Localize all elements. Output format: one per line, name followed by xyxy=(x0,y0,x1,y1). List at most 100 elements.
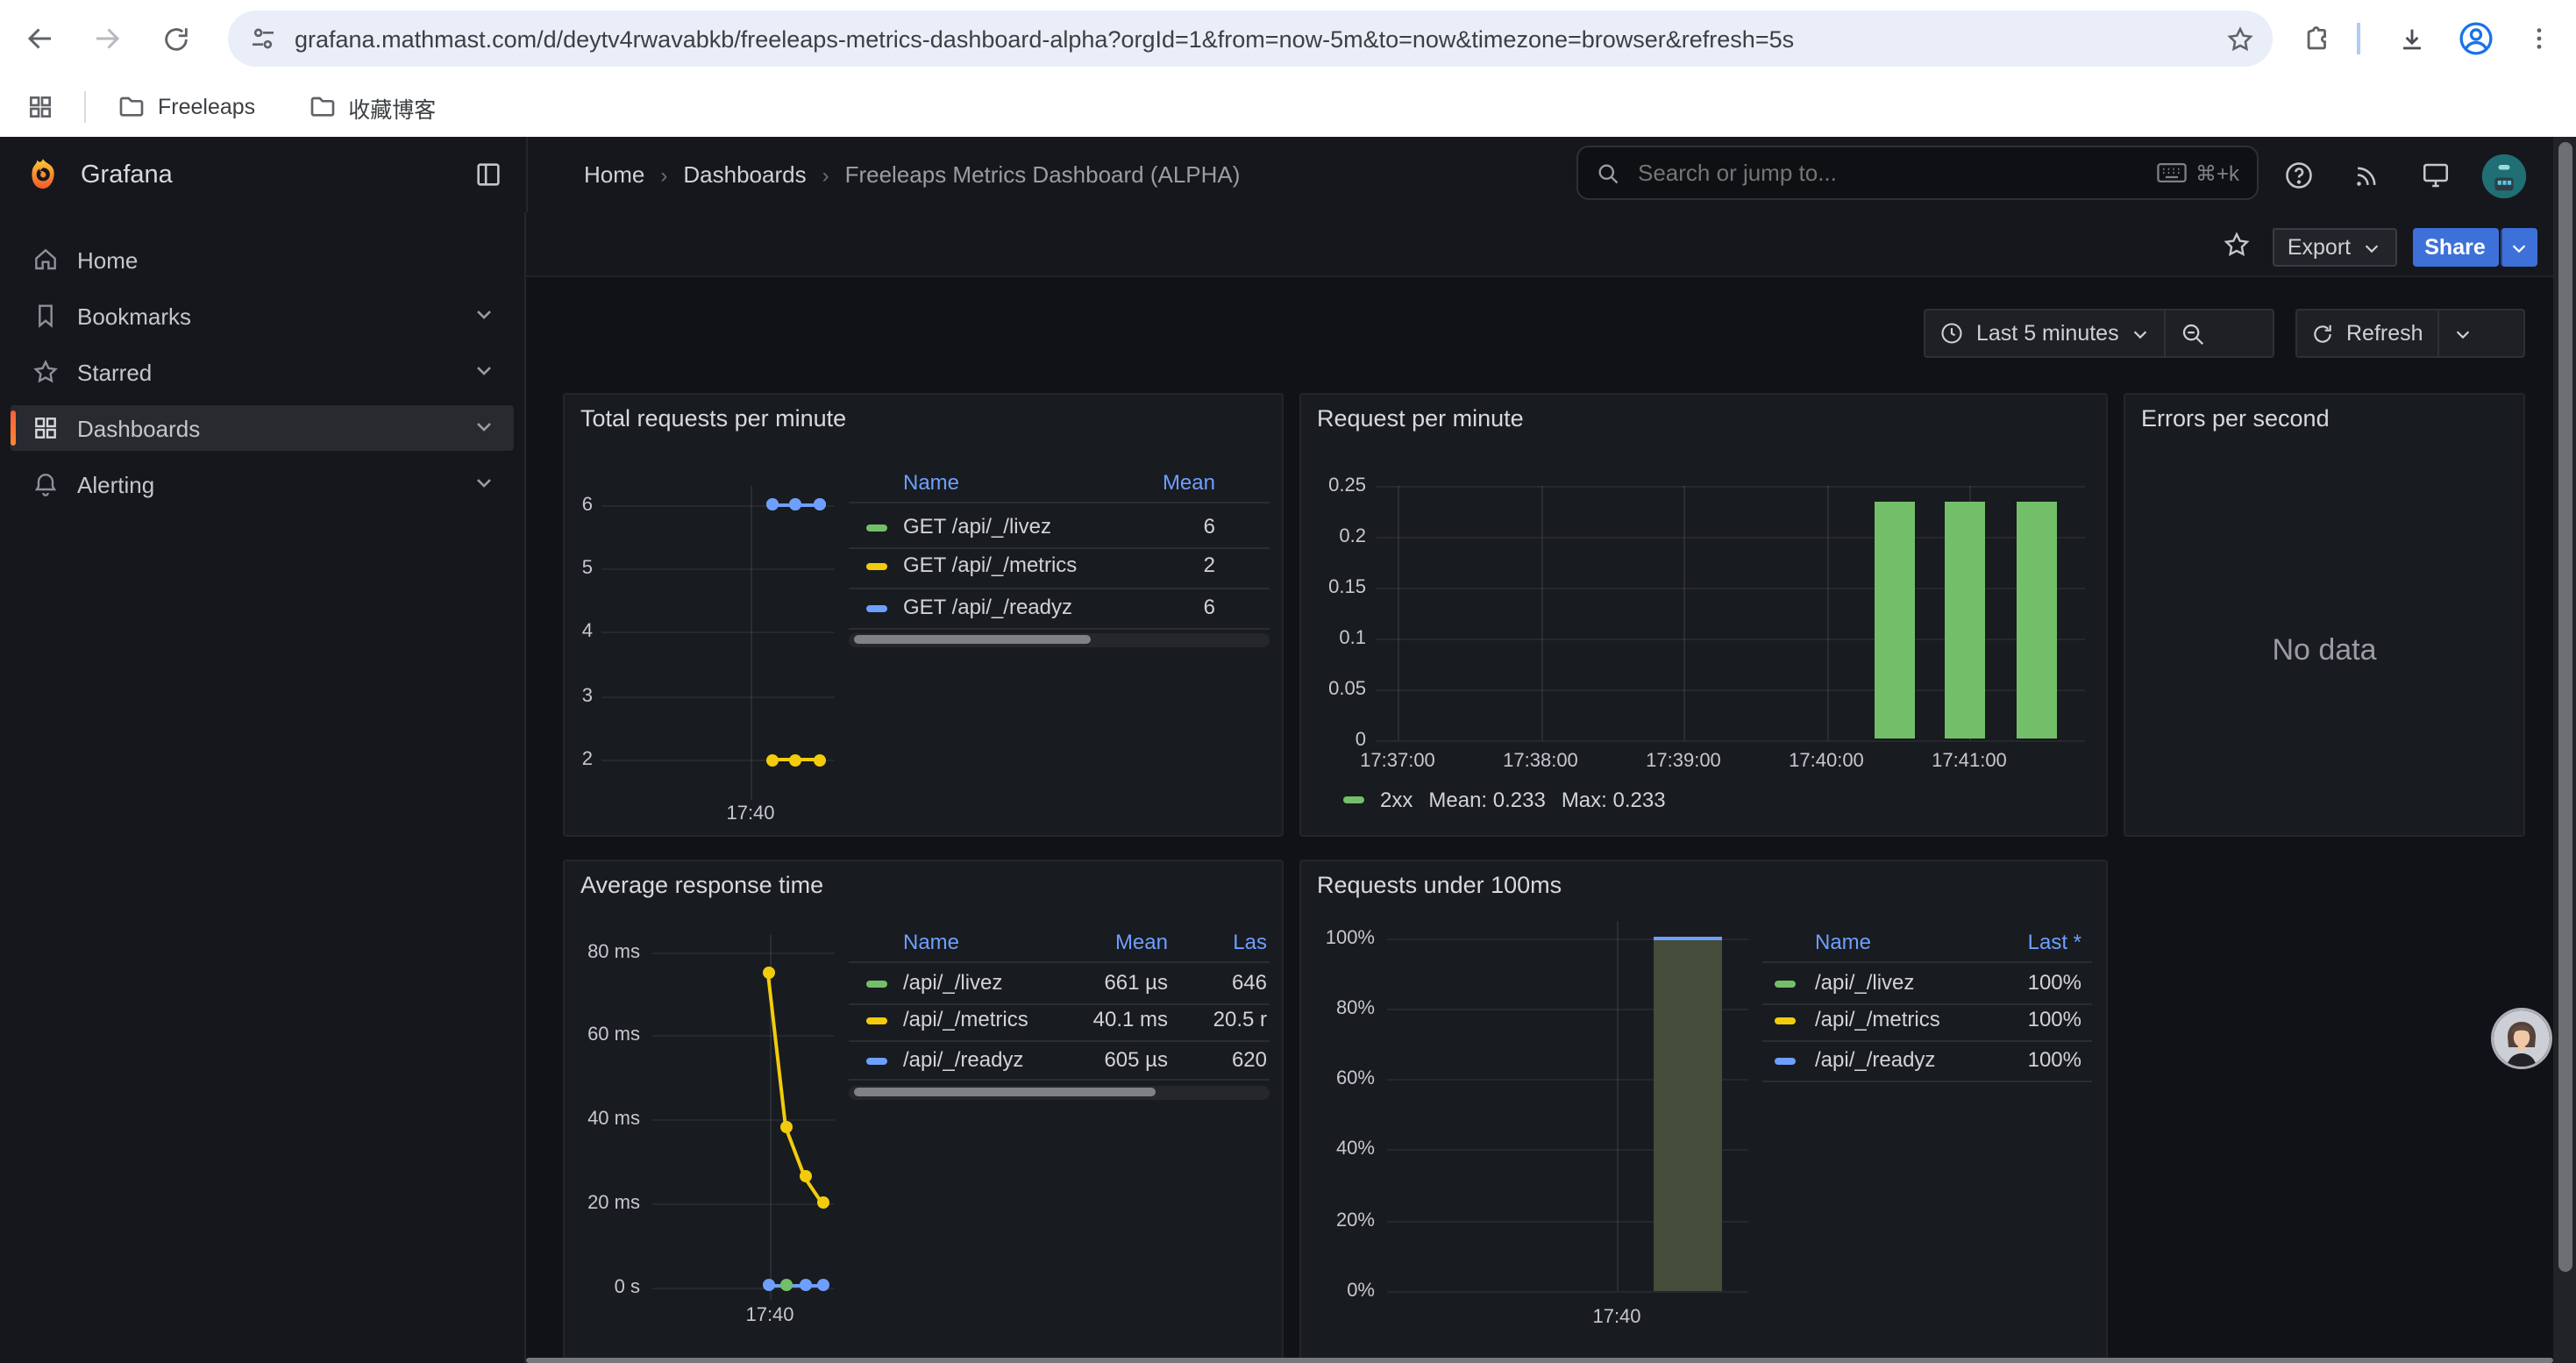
help-icon[interactable] xyxy=(2276,153,2322,198)
legend-series-name[interactable]: /api/_/metrics xyxy=(903,1007,1028,1031)
legend-series-name[interactable]: /api/_/readyz xyxy=(1815,1046,1935,1071)
panel-title[interactable]: Total requests per minute xyxy=(580,404,846,431)
chevron-down-icon xyxy=(2453,324,2473,343)
legend-header-name[interactable]: Name xyxy=(903,929,959,953)
panel-errors-per-second: Errors per second No data xyxy=(2124,392,2525,836)
bar-under-100ms xyxy=(1654,938,1722,1291)
legend-scrollbar[interactable] xyxy=(849,1085,1270,1099)
series-swatch xyxy=(866,604,887,611)
legend-scrollbar-thumb[interactable] xyxy=(854,635,1091,644)
share-menu-button[interactable] xyxy=(2500,228,2537,267)
sidebar-item-dashboards[interactable]: Dashboards xyxy=(11,405,514,451)
extensions-icon[interactable] xyxy=(2290,12,2343,65)
legend-series-name[interactable]: /api/_/readyz xyxy=(903,1046,1023,1071)
legend-series-name[interactable]: /api/_/livez xyxy=(903,970,1002,995)
legend-header-Las[interactable]: Las xyxy=(1127,929,1267,953)
profile-icon[interactable] xyxy=(2450,12,2502,65)
browser-menu-icon[interactable] xyxy=(2513,12,2565,65)
bookmark-folder-blogs[interactable]: 收藏博客 xyxy=(294,83,450,131)
sidebar-item-home[interactable]: Home xyxy=(11,237,514,282)
legend-separator xyxy=(849,627,1270,629)
breadcrumb-home[interactable]: Home xyxy=(584,161,644,188)
y-axis-tick: 5 xyxy=(519,558,593,579)
chevron-down-icon[interactable] xyxy=(472,302,500,330)
data-point xyxy=(789,498,801,510)
sidebar-item-bookmarks[interactable]: Bookmarks xyxy=(11,293,514,339)
legend-separator xyxy=(849,547,1270,549)
user-avatar[interactable] xyxy=(2481,153,2527,198)
share-button[interactable]: Share xyxy=(2412,228,2498,267)
y-axis-tick: 2 xyxy=(519,749,593,770)
no-data-message: No data xyxy=(2125,632,2523,667)
kiosk-monitor-icon[interactable] xyxy=(2413,153,2459,198)
news-rss-icon[interactable] xyxy=(2343,153,2388,198)
legend-series-name[interactable]: /api/_/metrics xyxy=(1815,1007,1940,1031)
reload-icon[interactable] xyxy=(149,12,202,65)
alerting-icon xyxy=(32,470,60,498)
panel-title[interactable]: Request per minute xyxy=(1317,404,1524,431)
gridline xyxy=(1541,485,1542,739)
folder-icon xyxy=(308,93,336,121)
legend-value: 6 xyxy=(1075,594,1215,618)
y-axis-tick: 6 xyxy=(519,494,593,515)
sidebar-item-label: Home xyxy=(77,246,138,273)
chevron-down-icon[interactable] xyxy=(472,470,500,498)
back-icon[interactable] xyxy=(14,12,67,65)
grafana-brand: Grafana xyxy=(0,137,528,212)
legend-series-name[interactable]: GET /api/_/livez xyxy=(903,513,1051,538)
chevron-down-icon[interactable] xyxy=(472,414,500,442)
horizontal-scrollbar[interactable] xyxy=(526,1357,2553,1363)
bookmark-folder-freeleaps[interactable]: Freeleaps xyxy=(103,86,269,128)
gridline xyxy=(601,696,835,697)
downloads-icon[interactable] xyxy=(2385,12,2437,65)
dashboards-icon xyxy=(32,414,60,442)
sidebar-item-alerting[interactable]: Alerting xyxy=(11,461,514,507)
vertical-scrollbar[interactable] xyxy=(2553,137,2576,1363)
breadcrumb-dashboards[interactable]: Dashboards xyxy=(683,161,806,188)
legend-series-name[interactable]: GET /api/_/readyz xyxy=(903,594,1072,618)
collapse-sidebar-icon[interactable] xyxy=(473,160,503,189)
legend-header-name[interactable]: Name xyxy=(903,469,959,494)
legend-separator xyxy=(849,1003,1270,1004)
clock-icon xyxy=(1939,321,1964,346)
time-range-picker[interactable]: Last 5 minutes xyxy=(1925,310,2165,356)
search-input[interactable] xyxy=(1634,158,2143,188)
forward-icon[interactable] xyxy=(81,12,133,65)
series-line xyxy=(768,1283,822,1287)
bar-cap-line xyxy=(1654,936,1722,939)
url-input[interactable] xyxy=(288,25,2225,52)
search-box[interactable]: ⌘+k xyxy=(1576,146,2259,200)
series-swatch xyxy=(1343,796,1364,803)
panel-title[interactable]: Requests under 100ms xyxy=(1317,871,1562,897)
browser-toolbar xyxy=(0,0,2576,77)
site-settings-icon[interactable] xyxy=(249,25,277,53)
refresh-button[interactable]: Refresh xyxy=(2297,310,2437,356)
legend-series-name[interactable]: 2xx xyxy=(1380,787,1413,811)
export-button[interactable]: Export xyxy=(2272,228,2396,267)
legend-header-Mean[interactable]: Mean xyxy=(1075,469,1215,494)
grafana-logo-icon[interactable] xyxy=(25,156,61,193)
chevron-down-icon xyxy=(2131,324,2151,343)
bookmark-star-icon[interactable] xyxy=(2225,24,2255,54)
legend-scrollbar[interactable] xyxy=(849,632,1270,646)
legend-header-Last *[interactable]: Last * xyxy=(1941,929,2081,953)
assistant-avatar[interactable] xyxy=(2494,1010,2550,1067)
data-point xyxy=(789,753,801,766)
x-axis-tick: 17:41:00 xyxy=(1917,750,2022,771)
legend-header-name[interactable]: Name xyxy=(1815,929,1871,953)
legend-series-name[interactable]: GET /api/_/metrics xyxy=(903,553,1077,577)
apps-grid-icon[interactable] xyxy=(14,81,67,133)
sidebar-item-starred[interactable]: Starred xyxy=(11,349,514,395)
legend-scrollbar-thumb[interactable] xyxy=(854,1088,1156,1096)
favorite-star-icon[interactable] xyxy=(2222,230,2252,268)
chevron-down-icon[interactable] xyxy=(472,358,500,386)
panel-title[interactable]: Errors per second xyxy=(2141,404,2330,431)
y-axis-tick: 60% xyxy=(1301,1068,1375,1089)
scrollbar-thumb[interactable] xyxy=(2558,142,2572,1272)
refresh-interval-button[interactable] xyxy=(2439,310,2487,356)
zoom-out-button[interactable] xyxy=(2167,310,2221,356)
x-axis-tick: 17:38:00 xyxy=(1488,750,1593,771)
legend-value: 6 xyxy=(1075,513,1215,538)
legend-series-name[interactable]: /api/_/livez xyxy=(1815,970,1914,995)
address-bar[interactable] xyxy=(228,11,2273,67)
